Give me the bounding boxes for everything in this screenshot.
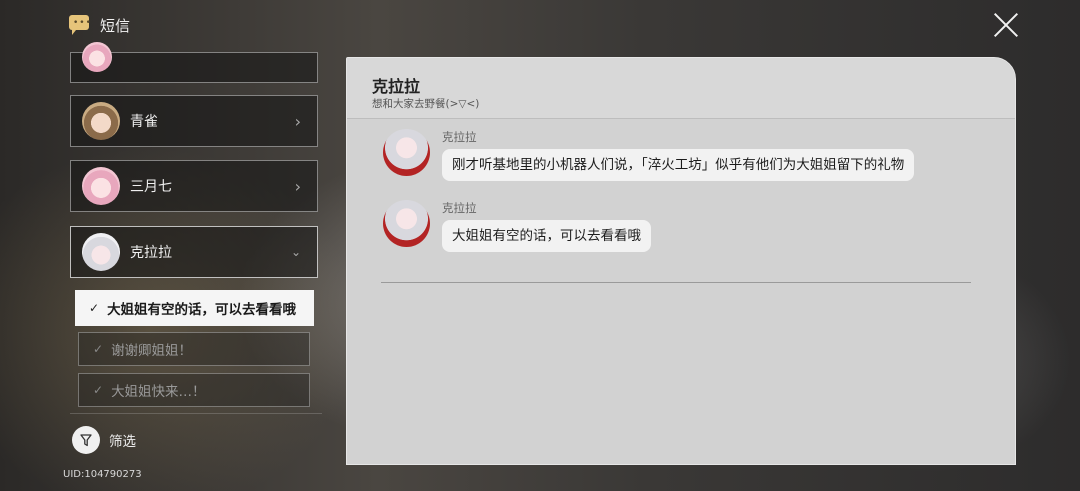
check-icon: ✓	[93, 383, 104, 397]
message-sender: 克拉拉	[442, 201, 477, 215]
chat-status: 想和大家去野餐(>▽<)	[372, 98, 480, 110]
page-title: 短信	[100, 16, 131, 35]
chat-panel: 克拉拉 想和大家去野餐(>▽<) 克拉拉 刚才听基地里的小机器人们说，「淬火工坊…	[346, 57, 1016, 465]
divider	[70, 413, 322, 414]
reply-option-selected[interactable]: ✓ 大姐姐有空的话，可以去看看哦	[75, 290, 314, 326]
filter-label: 筛选	[109, 434, 136, 450]
avatar	[383, 200, 430, 247]
reply-text: 大姐姐有空的话，可以去看看哦	[107, 302, 297, 318]
message-bubble: 大姐姐有空的话，可以去看看哦	[442, 220, 651, 252]
close-icon[interactable]	[992, 11, 1020, 39]
avatar	[82, 102, 120, 140]
reply-option[interactable]: ✓ 谢谢卿姐姐！	[78, 332, 310, 366]
reply-text: 大姐姐快来…！	[111, 384, 206, 400]
contact-item-qingque[interactable]: 青雀 ›	[70, 95, 318, 147]
chevron-right-icon: ›	[294, 111, 301, 131]
avatar	[82, 233, 120, 271]
avatar	[383, 129, 430, 176]
divider	[381, 282, 971, 283]
check-icon: ✓	[89, 301, 100, 315]
contact-item-clara[interactable]: 克拉拉 ⌄	[70, 226, 318, 278]
contact-name: 克拉拉	[130, 245, 172, 261]
filter-button[interactable]: 筛选	[72, 426, 136, 454]
message-bubble-icon: •••	[66, 15, 91, 35]
avatar	[82, 41, 112, 72]
contact-name: 青雀	[130, 114, 158, 130]
chat-header: 克拉拉 想和大家去野餐(>▽<)	[347, 58, 1015, 119]
filter-icon	[72, 426, 100, 454]
avatar	[82, 167, 120, 205]
message-sender: 克拉拉	[442, 130, 477, 144]
contact-item-partial[interactable]	[70, 41, 318, 83]
reply-text: 谢谢卿姐姐！	[111, 343, 193, 359]
chevron-down-icon: ⌄	[290, 245, 301, 259]
reply-option[interactable]: ✓ 大姐姐快来…！	[78, 373, 310, 407]
chevron-right-icon: ›	[294, 176, 301, 196]
chat-contact-name: 克拉拉	[372, 77, 421, 96]
app-header: ••• 短信	[66, 12, 130, 38]
message-bubble: 刚才听基地里的小机器人们说，「淬火工坊」似乎有他们为大姐姐留下的礼物	[442, 149, 915, 181]
check-icon: ✓	[93, 342, 104, 356]
contact-name: 三月七	[130, 179, 172, 195]
contact-item-march7[interactable]: 三月七 ›	[70, 160, 318, 212]
user-id: UID:104790273	[63, 469, 142, 480]
